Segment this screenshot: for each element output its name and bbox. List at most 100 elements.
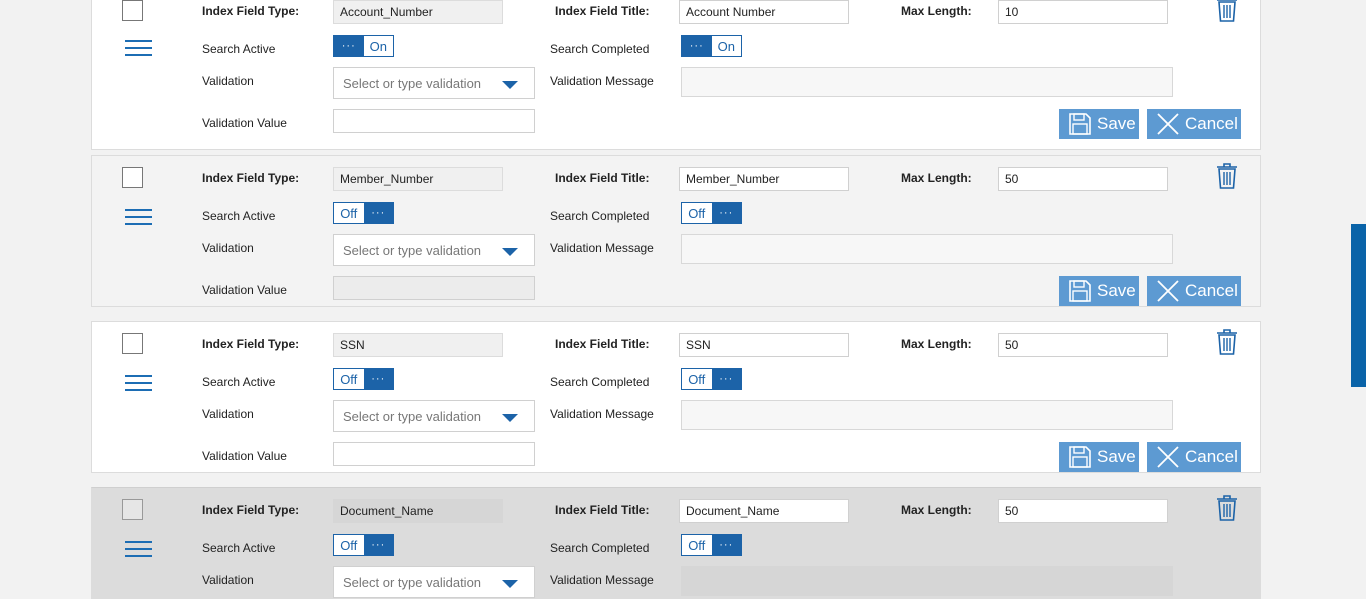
toggle-state-label: On bbox=[711, 36, 741, 56]
trash-icon[interactable] bbox=[1216, 495, 1238, 521]
index-field-title-label: Index Field Title: bbox=[555, 503, 650, 517]
close-icon bbox=[1157, 113, 1179, 135]
validation-message-input[interactable] bbox=[681, 566, 1173, 596]
row-select-checkbox[interactable] bbox=[122, 333, 143, 354]
validation-select[interactable]: Select or type validation bbox=[333, 67, 535, 99]
index-field-type-label: Index Field Type: bbox=[202, 171, 300, 185]
max-length-input[interactable]: 10 bbox=[998, 0, 1168, 24]
validation-value-input[interactable] bbox=[333, 442, 535, 466]
search-active-toggle[interactable]: Off ··· bbox=[333, 202, 394, 224]
index-field-row: Index Field Type: Member_Number Index Fi… bbox=[91, 155, 1261, 307]
validation-select[interactable]: Select or type validation bbox=[333, 400, 535, 432]
cancel-label: Cancel bbox=[1185, 447, 1238, 466]
search-active-label: Search Active bbox=[202, 209, 276, 223]
index-field-type-label: Index Field Type: bbox=[202, 4, 300, 18]
cancel-button[interactable]: Cancel bbox=[1147, 276, 1241, 306]
validation-message-input[interactable] bbox=[681, 67, 1173, 97]
validation-label: Validation bbox=[202, 241, 254, 255]
row-select-checkbox[interactable] bbox=[122, 167, 143, 188]
drag-handle-icon[interactable] bbox=[125, 209, 152, 227]
validation-value-label: Validation Value bbox=[202, 116, 287, 130]
index-field-title-input[interactable]: SSN bbox=[679, 333, 849, 357]
index-field-type-field: SSN bbox=[333, 333, 503, 357]
toggle-knob: ··· bbox=[334, 36, 364, 56]
save-label: Save bbox=[1097, 447, 1136, 466]
index-field-type-field: Document_Name bbox=[333, 499, 503, 523]
close-icon bbox=[1157, 446, 1179, 468]
search-active-toggle[interactable]: Off ··· bbox=[333, 534, 394, 556]
drag-handle-icon[interactable] bbox=[125, 541, 152, 559]
validation-select[interactable]: Select or type validation bbox=[333, 566, 535, 598]
search-completed-toggle[interactable]: ··· On bbox=[681, 35, 742, 57]
toggle-knob: ··· bbox=[711, 203, 741, 223]
index-field-row: Index Field Type: Account_Number Index F… bbox=[91, 0, 1261, 150]
drag-handle-icon[interactable] bbox=[125, 375, 152, 393]
validation-label: Validation bbox=[202, 573, 254, 587]
save-button[interactable]: Save bbox=[1059, 442, 1139, 472]
trash-icon[interactable] bbox=[1216, 329, 1238, 355]
index-field-type-field: Member_Number bbox=[333, 167, 503, 191]
save-button[interactable]: Save bbox=[1059, 109, 1139, 139]
toggle-state-label: Off bbox=[334, 203, 364, 223]
validation-value-label: Validation Value bbox=[202, 283, 287, 297]
toggle-state-label: Off bbox=[682, 369, 712, 389]
search-active-toggle[interactable]: ··· On bbox=[333, 35, 394, 57]
toggle-state-label: Off bbox=[682, 203, 712, 223]
trash-icon[interactable] bbox=[1216, 163, 1238, 189]
validation-placeholder: Select or type validation bbox=[343, 409, 482, 424]
save-label: Save bbox=[1097, 114, 1136, 133]
validation-value-input[interactable] bbox=[333, 276, 535, 300]
search-active-label: Search Active bbox=[202, 375, 276, 389]
chevron-down-icon bbox=[502, 248, 518, 256]
toggle-state-label: On bbox=[363, 36, 393, 56]
cancel-button[interactable]: Cancel bbox=[1147, 109, 1241, 139]
validation-placeholder: Select or type validation bbox=[343, 575, 482, 590]
index-field-title-input[interactable]: Member_Number bbox=[679, 167, 849, 191]
search-completed-label: Search Completed bbox=[550, 375, 650, 389]
max-length-label: Max Length: bbox=[901, 4, 972, 18]
max-length-input[interactable]: 50 bbox=[998, 333, 1168, 357]
drag-handle-icon[interactable] bbox=[125, 40, 152, 58]
index-field-type-label: Index Field Type: bbox=[202, 337, 300, 351]
validation-value-input[interactable] bbox=[333, 109, 535, 133]
search-completed-label: Search Completed bbox=[550, 209, 650, 223]
search-completed-toggle[interactable]: Off ··· bbox=[681, 534, 742, 556]
cancel-button[interactable]: Cancel bbox=[1147, 442, 1241, 472]
index-field-title-label: Index Field Title: bbox=[555, 337, 650, 351]
validation-message-input[interactable] bbox=[681, 400, 1173, 430]
search-completed-label: Search Completed bbox=[550, 541, 650, 555]
validation-message-label: Validation Message bbox=[550, 573, 654, 587]
index-field-type-field: Account_Number bbox=[333, 0, 503, 24]
floppy-disk-icon bbox=[1069, 446, 1091, 468]
search-active-label: Search Active bbox=[202, 541, 276, 555]
save-label: Save bbox=[1097, 281, 1136, 300]
search-completed-toggle[interactable]: Off ··· bbox=[681, 202, 742, 224]
validation-label: Validation bbox=[202, 74, 254, 88]
validation-select[interactable]: Select or type validation bbox=[333, 234, 535, 266]
max-length-input[interactable]: 50 bbox=[998, 499, 1168, 523]
trash-icon[interactable] bbox=[1216, 0, 1238, 22]
max-length-input[interactable]: 50 bbox=[998, 167, 1168, 191]
toggle-knob: ··· bbox=[682, 36, 712, 56]
validation-label: Validation bbox=[202, 407, 254, 421]
row-select-checkbox[interactable] bbox=[122, 0, 143, 21]
toggle-knob: ··· bbox=[363, 203, 393, 223]
chevron-down-icon bbox=[502, 414, 518, 422]
index-field-row: Index Field Type: Document_Name Index Fi… bbox=[91, 487, 1261, 599]
search-active-label: Search Active bbox=[202, 42, 276, 56]
toggle-state-label: Off bbox=[334, 535, 364, 555]
index-field-title-input[interactable]: Account Number bbox=[679, 0, 849, 24]
search-active-toggle[interactable]: Off ··· bbox=[333, 368, 394, 390]
save-button[interactable]: Save bbox=[1059, 276, 1139, 306]
row-select-checkbox[interactable] bbox=[122, 499, 143, 520]
validation-message-label: Validation Message bbox=[550, 74, 654, 88]
max-length-label: Max Length: bbox=[901, 503, 972, 517]
index-field-type-label: Index Field Type: bbox=[202, 503, 300, 517]
cancel-label: Cancel bbox=[1185, 114, 1238, 133]
validation-placeholder: Select or type validation bbox=[343, 243, 482, 258]
scrollbar-thumb[interactable] bbox=[1351, 224, 1366, 387]
toggle-state-label: Off bbox=[682, 535, 712, 555]
validation-message-input[interactable] bbox=[681, 234, 1173, 264]
index-field-title-input[interactable]: Document_Name bbox=[679, 499, 849, 523]
search-completed-toggle[interactable]: Off ··· bbox=[681, 368, 742, 390]
